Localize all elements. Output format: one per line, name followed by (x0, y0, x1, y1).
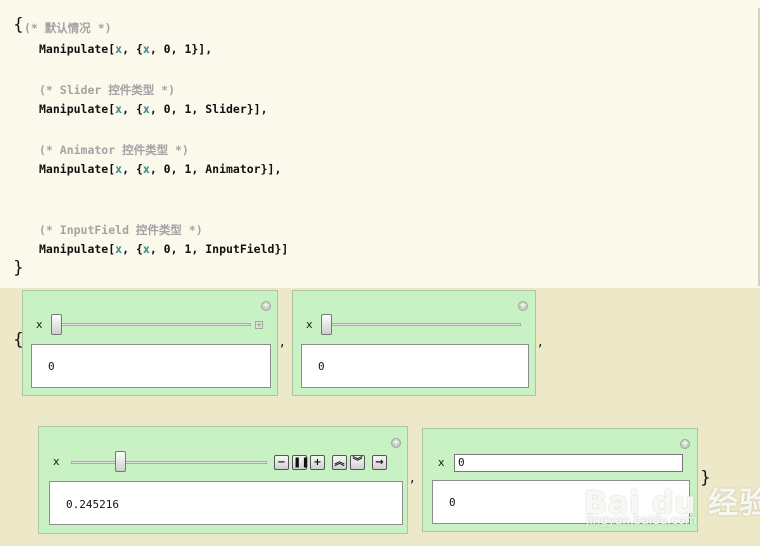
slider-track[interactable] (53, 323, 251, 326)
cell-bracket[interactable] (754, 8, 760, 286)
output-value: 0 (449, 496, 456, 509)
options-plus-icon[interactable]: + (680, 439, 690, 449)
comma-separator: , (280, 334, 285, 350)
pause-icon[interactable]: ❚❚ (292, 455, 310, 470)
output-area: 0.245216 (49, 481, 403, 525)
output-value: 0.245216 (66, 498, 119, 511)
control-label: x (306, 318, 313, 331)
manipulate-panel-slider: + x 0 (292, 290, 536, 396)
control-label: x (36, 318, 43, 331)
minus-icon[interactable]: − (274, 455, 289, 470)
comment-animator: (* Animator 控件类型 *) (39, 143, 189, 157)
watermark-url: jingyan.baidu.com (586, 513, 697, 527)
plus-icon[interactable]: + (310, 455, 325, 470)
slower-icon[interactable]: ︾ (350, 455, 365, 470)
comment-default: (* 默认情况 *) (24, 21, 112, 35)
x-input-field[interactable]: 0 (454, 454, 683, 472)
baidu-watermark: Bai du 经验 jingyan.baidu.com (584, 478, 760, 546)
control-label: x (53, 455, 60, 468)
output-area: 0 (31, 344, 271, 388)
options-plus-icon[interactable]: + (391, 438, 401, 448)
options-plus-icon[interactable]: + (518, 301, 528, 311)
control-label: x (438, 456, 445, 469)
output-area: 0 (301, 344, 529, 388)
code-line-1[interactable]: Manipulate[x, {x, 0, 1}], (39, 42, 212, 56)
manipulate-panel-default: + x + 0 (22, 290, 278, 396)
code-line-2[interactable]: Manipulate[x, {x, 0, 1, Slider}], (39, 102, 268, 116)
slider-expand-icon[interactable]: + (255, 321, 263, 329)
input-close-brace: } (13, 258, 24, 278)
direction-icon[interactable]: → (372, 455, 387, 470)
slider-thumb[interactable] (321, 314, 332, 335)
output-value: 0 (318, 360, 325, 373)
animator-track[interactable] (71, 461, 267, 464)
comment-inputfield: (* InputField 控件类型 *) (39, 223, 203, 237)
faster-icon[interactable]: ︽ (332, 455, 347, 470)
comma-separator: , (410, 470, 415, 486)
comment-slider: (* Slider 控件类型 *) (39, 83, 176, 97)
input-open-brace: { (13, 15, 24, 35)
output-value: 0 (48, 360, 55, 373)
code-line-3[interactable]: Manipulate[x, {x, 0, 1, Animator}], (39, 162, 281, 176)
slider-thumb[interactable] (51, 314, 62, 335)
code-line-4[interactable]: Manipulate[x, {x, 0, 1, InputField}] (39, 242, 288, 256)
manipulate-panel-animator: + x − ❚❚ + ︽ ︾ → 0.245216 (38, 426, 408, 534)
animator-thumb[interactable] (115, 451, 126, 472)
comma-separator: , (538, 334, 543, 350)
options-plus-icon[interactable]: + (261, 301, 271, 311)
slider-track[interactable] (323, 323, 521, 326)
